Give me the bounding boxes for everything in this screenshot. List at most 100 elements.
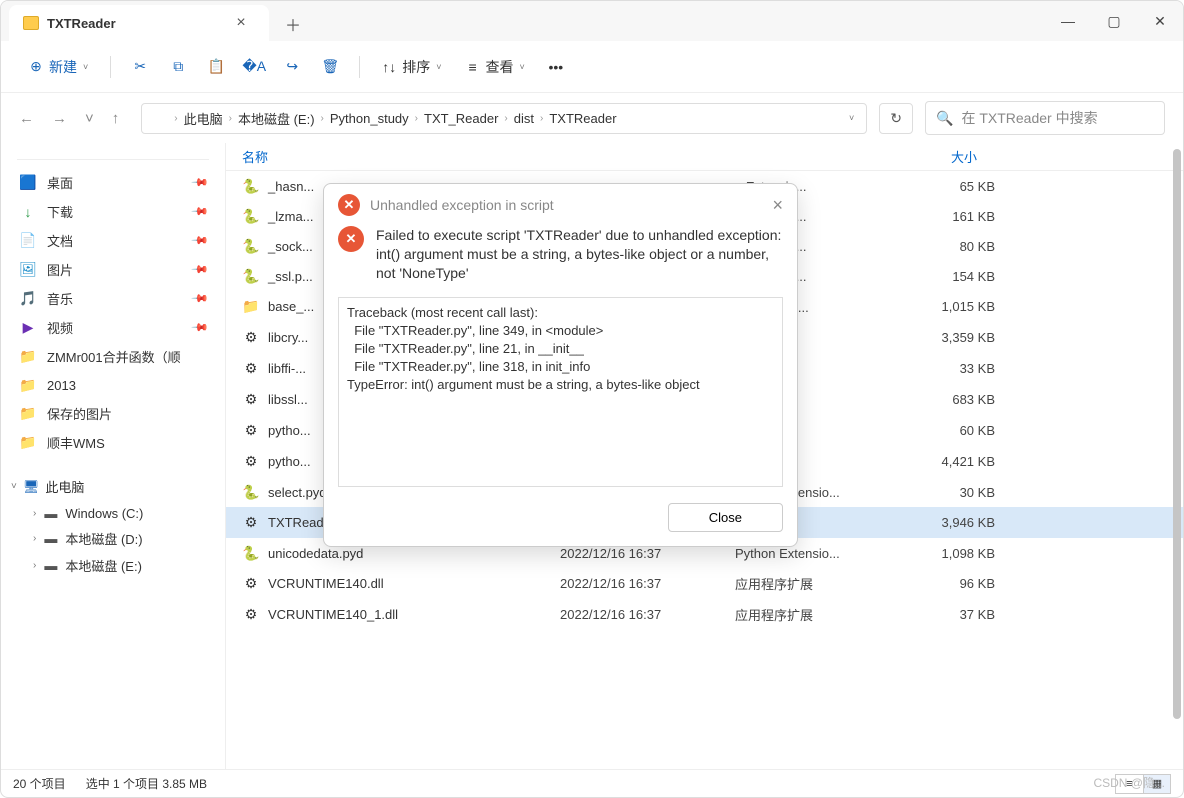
minimize-button[interactable]: —	[1045, 1, 1091, 41]
file-name: VCRUNTIME140.dll	[268, 576, 560, 591]
breadcrumb-item[interactable]: TXT_Reader	[424, 111, 498, 126]
file-date: 2022/12/16 16:37	[560, 607, 735, 622]
file-size: 96 KB	[905, 576, 995, 591]
file-row[interactable]: ⚙ VCRUNTIME140.dll 2022/12/16 16:37 应用程序…	[226, 568, 1183, 599]
chevron-right-icon: ›	[174, 113, 177, 124]
paste-button[interactable]: 📋	[199, 52, 233, 82]
file-icon: ⚙	[242, 575, 260, 593]
pin-icon: 📌	[191, 289, 210, 308]
file-icon: ⚙	[242, 329, 260, 347]
up-button[interactable]: ↑	[112, 110, 120, 127]
file-icon: 🐍	[242, 267, 260, 285]
sidebar-item[interactable]: 📄文档📌	[1, 226, 225, 255]
file-icon: ⚙	[242, 453, 260, 471]
dialog-close-btn[interactable]: Close	[668, 503, 783, 532]
sidebar-item[interactable]: 🎵音乐📌	[1, 284, 225, 313]
sidebar-item[interactable]: 📁 顺丰WMS	[1, 428, 225, 457]
refresh-button[interactable]: ↻	[879, 103, 913, 134]
folder-icon: 📁	[19, 348, 37, 366]
view-label: 查看	[486, 57, 514, 77]
sidebar-item[interactable]: ↓下载📌	[1, 197, 225, 226]
col-date[interactable]	[542, 147, 717, 166]
pin-icon: 📌	[191, 260, 210, 279]
folder-icon	[152, 111, 168, 125]
maximize-button[interactable]: ▢	[1091, 1, 1137, 41]
col-type[interactable]	[717, 147, 887, 166]
share-icon: ↪	[283, 58, 301, 76]
breadcrumb-item[interactable]: Python_study	[330, 111, 409, 126]
new-tab-button[interactable]: ＋	[279, 7, 307, 41]
pin-icon: 📌	[191, 173, 210, 192]
titlebar: TXTReader × ＋ — ▢ ✕	[1, 1, 1183, 41]
share-button[interactable]: ↪	[275, 52, 309, 82]
address-row: ← → ˅ ↑ › 此电脑› 本地磁盘 (E:)› Python_study› …	[1, 93, 1183, 143]
sidebar-item[interactable]: 📁ZMMr001合并函数（顺	[1, 342, 225, 371]
sidebar-item[interactable]: 📁2013	[1, 371, 225, 399]
sidebar-drive[interactable]: ›▬Windows (C:)	[1, 502, 225, 525]
file-size: 33 KB	[905, 361, 995, 376]
forward-button[interactable]: →	[52, 110, 67, 127]
file-type: 应用程序扩展	[735, 574, 905, 593]
breadcrumb-item[interactable]: dist	[514, 111, 534, 126]
search-icon: 🔍	[936, 110, 953, 127]
error-dialog: ✕ Unhandled exception in script × ✕ Fail…	[323, 183, 798, 547]
file-size: 65 KB	[905, 179, 995, 194]
search-input[interactable]: 🔍 在 TXTReader 中搜索	[925, 101, 1165, 135]
sidebar-item-label: 图片	[47, 260, 73, 279]
sidebar-drive[interactable]: ›▬本地磁盘 (D:)	[1, 525, 225, 552]
sidebar-this-pc[interactable]: ˅ 🖥 此电脑	[1, 471, 225, 502]
dialog-close-button[interactable]: ×	[772, 195, 783, 216]
view-button[interactable]: ≡ 查看 ˅	[456, 51, 535, 83]
sidebar-item-label: 文档	[47, 231, 73, 250]
file-icon: 🐍	[242, 207, 260, 225]
file-row[interactable]: ⚙ VCRUNTIME140_1.dll 2022/12/16 16:37 应用…	[226, 599, 1183, 630]
dialog-traceback[interactable]: Traceback (most recent call last): File …	[338, 297, 783, 487]
breadcrumb[interactable]: › 此电脑› 本地磁盘 (E:)› Python_study› TXT_Read…	[141, 103, 867, 134]
breadcrumb-item[interactable]: 本地磁盘 (E:)	[238, 109, 315, 128]
sidebar-item[interactable]: ▶视频📌	[1, 313, 225, 342]
breadcrumb-item[interactable]: TXTReader	[549, 111, 616, 126]
folder-icon: 📁	[19, 434, 37, 452]
column-headers: 名称 大小	[226, 143, 1183, 171]
cut-button[interactable]: ✂	[123, 52, 157, 82]
close-window-button[interactable]: ✕	[1137, 1, 1183, 41]
sidebar-item[interactable]: 📁保存的图片	[1, 399, 225, 428]
sidebar-item[interactable]: 🖼图片📌	[1, 255, 225, 284]
chevron-down-icon[interactable]: ˅	[847, 113, 856, 123]
active-tab[interactable]: TXTReader ×	[9, 5, 269, 41]
separator	[359, 56, 360, 78]
back-button[interactable]: ←	[19, 110, 34, 127]
file-size: 4,421 KB	[905, 454, 995, 469]
toolbar: ⊕ 新建 ˅ ✂ ⧉ 📋 �A ↪ 🗑 ↑↓ 排序 ˅ ≡ 查看 ˅ •••	[1, 41, 1183, 93]
sidebar-item-label: 下载	[47, 202, 73, 221]
sidebar-drive[interactable]: ›▬本地磁盘 (E:)	[1, 552, 225, 579]
rename-button[interactable]: �A	[237, 52, 271, 82]
col-size[interactable]: 大小	[887, 147, 977, 166]
file-size: 1,098 KB	[905, 546, 995, 561]
dialog-title: Unhandled exception in script	[370, 197, 554, 213]
more-button[interactable]: •••	[539, 52, 573, 82]
this-pc-label: 此电脑	[45, 477, 84, 496]
copy-button[interactable]: ⧉	[161, 52, 195, 82]
scrollbar[interactable]	[1171, 143, 1181, 769]
sidebar-item-label: 2013	[47, 378, 76, 393]
file-type: Python Extensio...	[735, 546, 905, 561]
file-size: 683 KB	[905, 392, 995, 407]
sidebar-item[interactable]: 🟦桌面📌	[1, 168, 225, 197]
file-name: VCRUNTIME140_1.dll	[268, 607, 560, 622]
col-name[interactable]: 名称	[242, 147, 542, 166]
breadcrumb-item[interactable]: 此电脑	[184, 109, 223, 128]
file-size: 154 KB	[905, 269, 995, 284]
tab-close-button[interactable]: ×	[227, 14, 255, 32]
recent-button[interactable]: ˅	[85, 110, 94, 127]
paste-icon: 📋	[207, 58, 225, 76]
sort-button[interactable]: ↑↓ 排序 ˅	[372, 51, 451, 83]
sidebar-item-label: 顺丰WMS	[47, 433, 105, 452]
drive-label: 本地磁盘 (E:)	[65, 556, 142, 575]
dialog-titlebar: ✕ Unhandled exception in script ×	[324, 184, 797, 226]
new-button[interactable]: ⊕ 新建 ˅	[19, 51, 98, 83]
delete-button[interactable]: 🗑	[313, 52, 347, 82]
error-icon: ✕	[338, 194, 360, 216]
list-icon: ≡	[464, 58, 482, 76]
new-label: 新建	[49, 57, 77, 77]
